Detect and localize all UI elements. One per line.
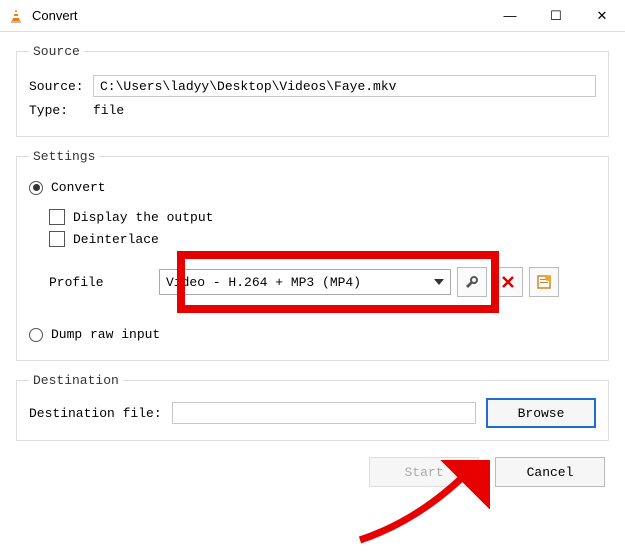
close-button[interactable]: ✕ (579, 0, 625, 31)
minimize-button[interactable]: — (487, 0, 533, 31)
delete-icon (501, 275, 515, 289)
wrench-icon (464, 274, 480, 290)
profile-label: Profile (49, 275, 159, 290)
edit-profile-button[interactable] (457, 267, 487, 297)
display-output-checkbox[interactable] (49, 209, 65, 225)
destination-legend: Destination (29, 373, 123, 388)
delete-profile-button[interactable] (493, 267, 523, 297)
settings-legend: Settings (29, 149, 99, 164)
new-profile-icon (536, 274, 552, 290)
source-legend: Source (29, 44, 84, 59)
deinterlace-checkbox[interactable] (49, 231, 65, 247)
source-label: Source: (29, 79, 93, 94)
start-label: Start (404, 465, 443, 480)
dialog-buttons: Start Cancel (0, 441, 625, 503)
profile-value: Video - H.264 + MP3 (MP4) (166, 275, 361, 290)
cancel-button[interactable]: Cancel (495, 457, 605, 487)
convert-radio[interactable] (29, 181, 43, 195)
new-profile-button[interactable] (529, 267, 559, 297)
convert-label: Convert (51, 180, 106, 195)
destination-input[interactable] (172, 402, 476, 424)
destination-group: Destination Destination file: Browse (16, 373, 609, 441)
type-label: Type: (29, 103, 93, 118)
vlc-icon (8, 8, 24, 24)
source-group: Source Source: Type: file (16, 44, 609, 137)
cancel-label: Cancel (527, 465, 574, 480)
start-button[interactable]: Start (369, 457, 479, 487)
source-input[interactable] (93, 75, 596, 97)
maximize-button[interactable]: ☐ (533, 0, 579, 31)
window-buttons: — ☐ ✕ (487, 0, 625, 31)
dump-radio[interactable] (29, 328, 43, 342)
deinterlace-label: Deinterlace (73, 232, 159, 247)
type-value: file (93, 103, 124, 118)
window-title: Convert (32, 8, 487, 23)
profile-select[interactable]: Video - H.264 + MP3 (MP4) (159, 269, 451, 295)
destination-label: Destination file: (29, 406, 162, 421)
browse-button[interactable]: Browse (486, 398, 596, 428)
dump-label: Dump raw input (51, 327, 160, 342)
display-output-label: Display the output (73, 210, 213, 225)
browse-label: Browse (518, 406, 565, 421)
chevron-down-icon (434, 279, 444, 285)
titlebar: Convert — ☐ ✕ (0, 0, 625, 32)
settings-group: Settings Convert Display the output Dein… (16, 149, 609, 361)
